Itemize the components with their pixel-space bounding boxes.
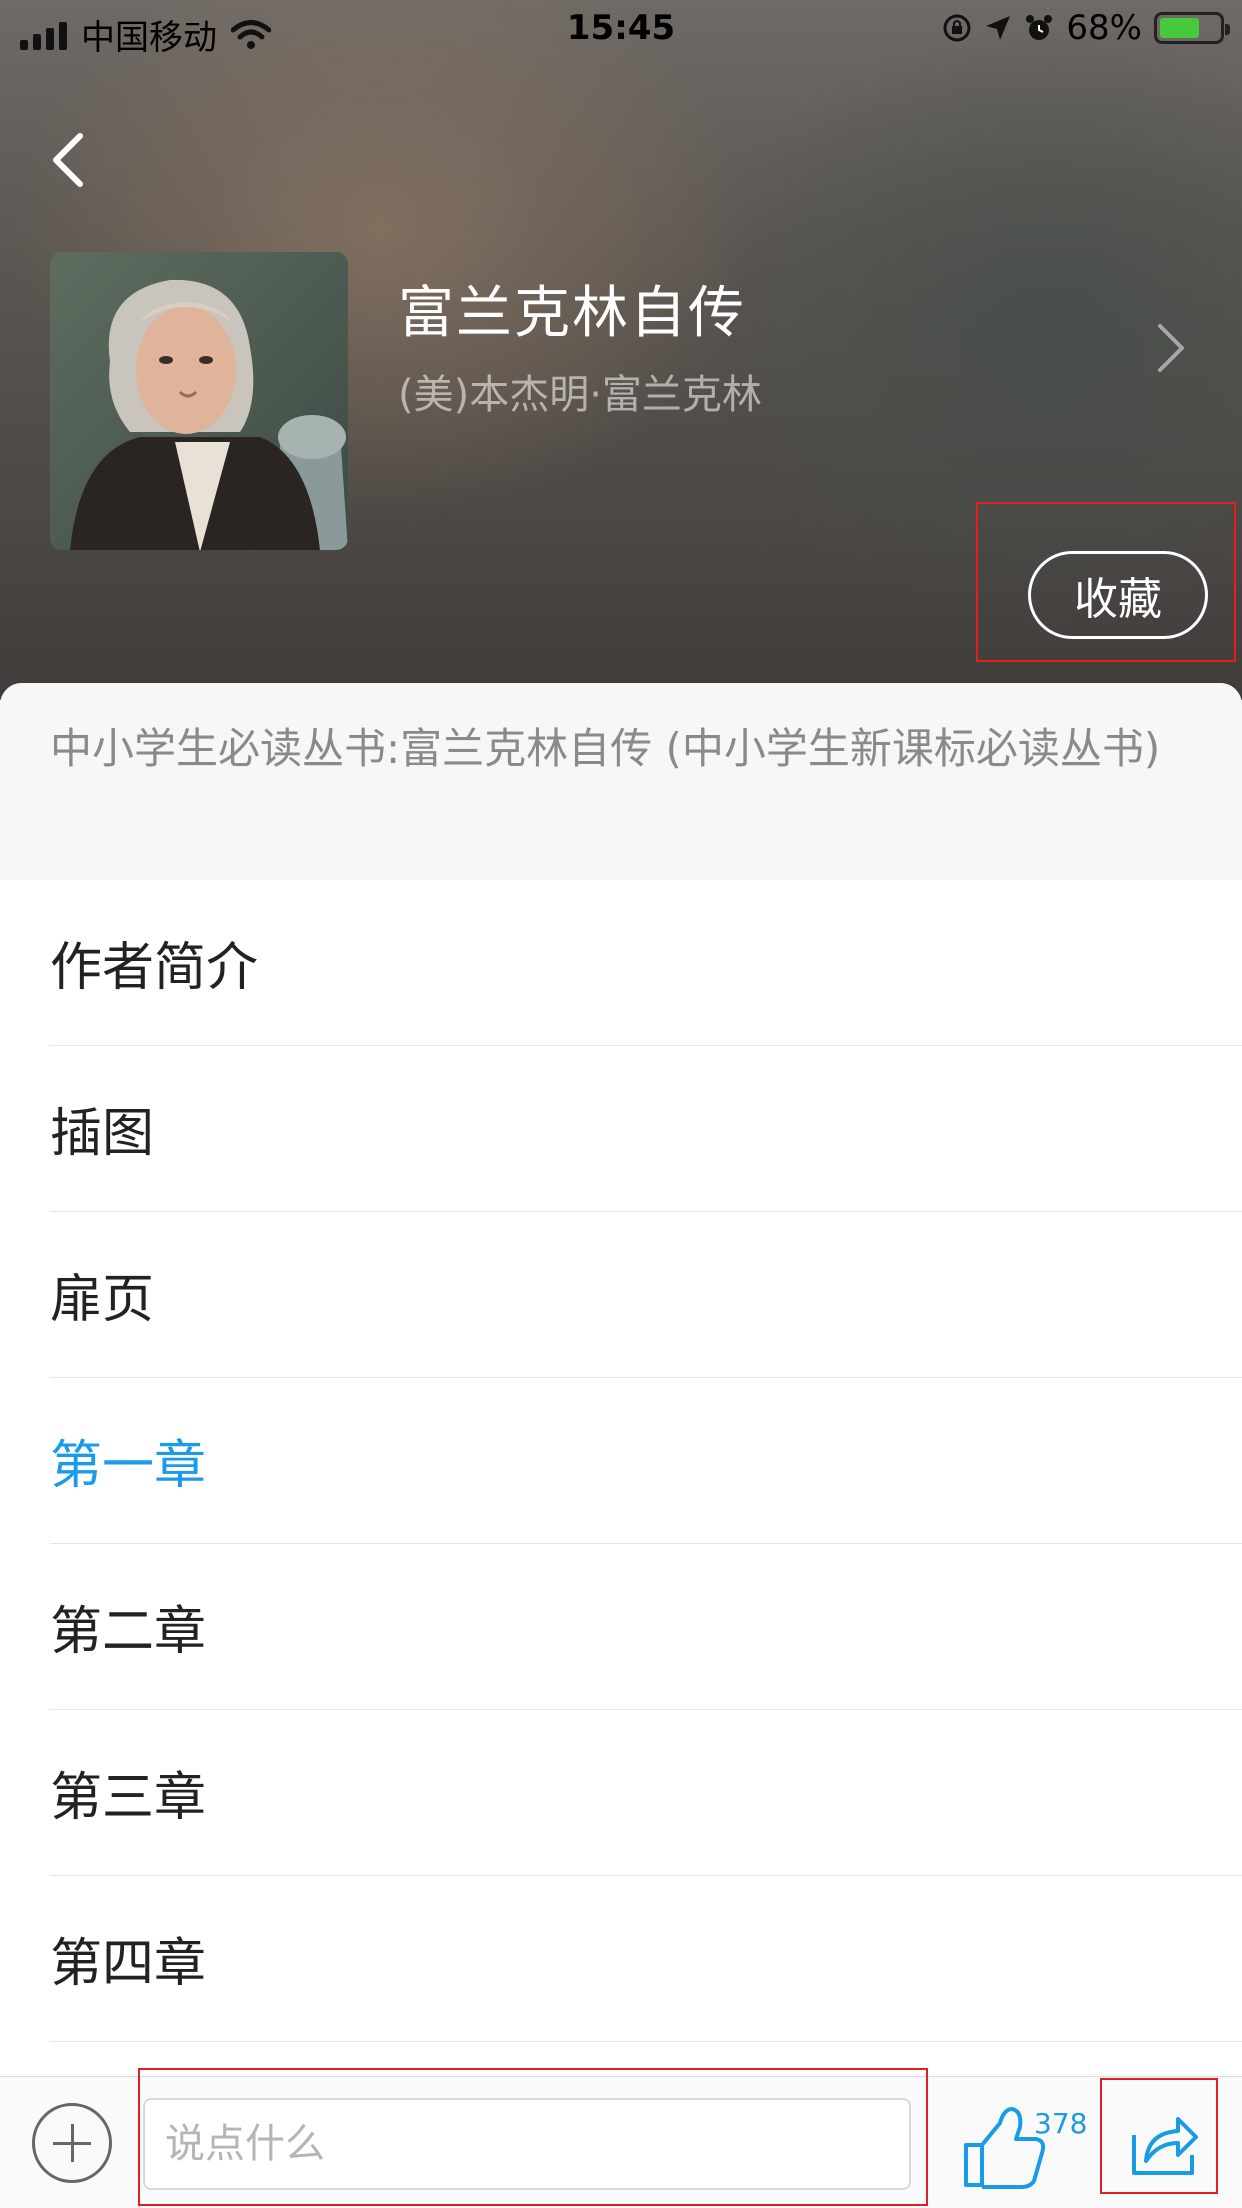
share-icon[interactable] (1126, 2105, 1202, 2181)
toc-item-chapter-3[interactable]: 第三章 (50, 1710, 1242, 1876)
book-title: 富兰克林自传 (398, 281, 746, 346)
back-button[interactable] (40, 120, 100, 200)
comment-input[interactable] (143, 2098, 911, 2190)
book-author: (美)本杰明·富兰克林 (398, 372, 762, 418)
location-icon (986, 16, 1011, 40)
series-title-box: 中小学生必读丛书:富兰克林自传 (中小学生新课标必读丛书) (0, 683, 1242, 880)
toc-item-chapter-1[interactable]: 第一章 (50, 1378, 1242, 1544)
battery-icon (1154, 12, 1230, 44)
chevron-right-icon[interactable] (1150, 318, 1190, 378)
bottom-bar: 378 (0, 2076, 1242, 2208)
rotation-lock-icon (943, 14, 971, 42)
series-title: 中小学生必读丛书:富兰克林自传 (中小学生新课标必读丛书) (50, 724, 1161, 773)
toc-item-author-intro[interactable]: 作者简介 (50, 880, 1242, 1046)
battery-percent: 68% (1066, 8, 1142, 48)
toc-item-illustrations[interactable]: 插图 (50, 1046, 1242, 1212)
portrait-image (50, 252, 348, 550)
add-button[interactable] (32, 2103, 112, 2183)
toc-list: 作者简介 插图 扉页 第一章 第二章 第三章 第四章 (0, 880, 1242, 2042)
toc-item-chapter-2[interactable]: 第二章 (50, 1544, 1242, 1710)
toc-item-chapter-4[interactable]: 第四章 (50, 1876, 1242, 2042)
like-count: 378 (1034, 2107, 1088, 2140)
alarm-icon (1026, 15, 1053, 40)
toc-item-title-page[interactable]: 扉页 (50, 1212, 1242, 1378)
status-right: 68% (942, 8, 1230, 48)
book-cover (50, 252, 348, 550)
status-bar: 中国移动 15:45 68% (0, 0, 1242, 62)
favorite-button[interactable]: 收藏 (1028, 551, 1208, 639)
content-panel: 中小学生必读丛书:富兰克林自传 (中小学生新课标必读丛书) 作者简介 插图 扉页… (0, 683, 1242, 2076)
